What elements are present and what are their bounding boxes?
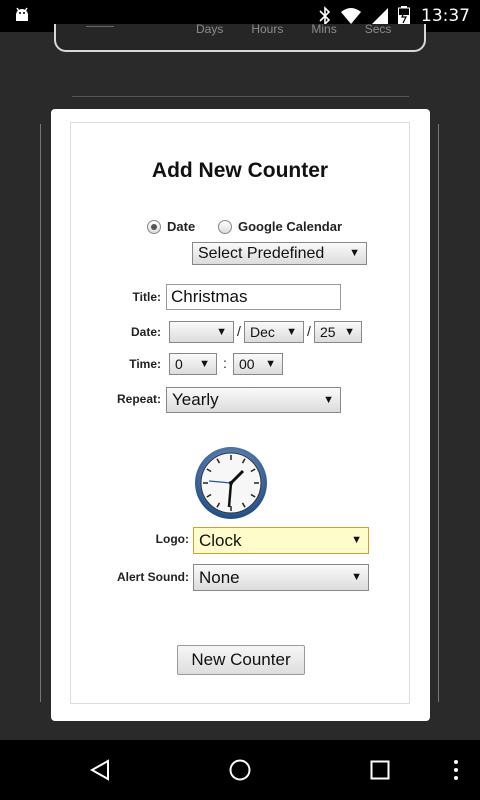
chevron-down-icon: ▼ bbox=[199, 358, 210, 370]
time-minute-select[interactable]: 00 ▼ bbox=[233, 353, 283, 375]
recents-icon[interactable] bbox=[368, 758, 392, 782]
radio-google-button[interactable] bbox=[218, 219, 232, 234]
more-options-icon[interactable] bbox=[444, 758, 468, 782]
date-month-select[interactable]: Dec ▼ bbox=[244, 321, 304, 343]
date-label: Date: bbox=[130, 325, 161, 339]
predefined-select[interactable]: Select Predefined ▼ bbox=[192, 242, 367, 265]
alert-sound-value: None bbox=[199, 568, 240, 587]
left-rule bbox=[40, 124, 41, 702]
date-year-select[interactable]: ▼ bbox=[169, 321, 234, 343]
time-hour-value: 0 bbox=[175, 356, 183, 372]
radio-date-label: Date bbox=[167, 219, 196, 234]
repeat-label: Repeat: bbox=[116, 392, 161, 406]
counter-unit-labels: Days Hours Mins Secs bbox=[196, 22, 391, 36]
chevron-down-icon: ▼ bbox=[265, 358, 276, 370]
divider bbox=[72, 96, 409, 97]
chevron-down-icon: ▼ bbox=[286, 326, 297, 338]
alert-sound-label: Alert Sound: bbox=[117, 570, 189, 584]
time-separator: : bbox=[223, 355, 227, 371]
android-icon bbox=[16, 7, 28, 21]
counter-card-peek[interactable]: Days Hours Mins Secs bbox=[54, 22, 426, 52]
clock-time: 13:37 bbox=[421, 6, 470, 26]
date-separator: / bbox=[237, 323, 241, 339]
logo-label: Logo: bbox=[155, 532, 189, 546]
date-separator: / bbox=[307, 323, 311, 339]
repeat-select[interactable]: Yearly ▼ bbox=[166, 387, 341, 413]
chevron-down-icon: ▼ bbox=[323, 394, 334, 406]
right-rule bbox=[438, 124, 439, 702]
dialog-title: Add New Counter bbox=[151, 159, 329, 182]
logo-select[interactable]: Clock ▼ bbox=[193, 527, 369, 554]
back-icon[interactable] bbox=[88, 758, 112, 782]
date-month-value: Dec bbox=[250, 324, 275, 340]
chevron-down-icon: ▼ bbox=[351, 571, 362, 583]
title-label: Title: bbox=[132, 290, 161, 304]
chevron-down-icon: ▼ bbox=[344, 326, 355, 338]
card-divider bbox=[86, 26, 114, 27]
chevron-down-icon: ▼ bbox=[216, 326, 227, 338]
alert-sound-select[interactable]: None ▼ bbox=[193, 564, 369, 591]
home-icon[interactable] bbox=[228, 758, 252, 782]
hours-label: Hours bbox=[251, 22, 284, 36]
radio-google-calendar[interactable]: Google Calendar bbox=[218, 219, 342, 234]
logo-value: Clock bbox=[199, 531, 242, 550]
title-input[interactable]: Christmas bbox=[166, 284, 341, 310]
predefined-select-value: Select Predefined bbox=[198, 245, 325, 262]
days-label: Days bbox=[196, 22, 224, 36]
secs-label: Secs bbox=[364, 22, 392, 36]
add-counter-form: Add New Counter Date Google Calendar Sel… bbox=[70, 122, 410, 704]
radio-date-button[interactable] bbox=[147, 219, 161, 234]
repeat-value: Yearly bbox=[172, 390, 219, 409]
date-day-value: 25 bbox=[320, 324, 336, 340]
navigation-bar bbox=[0, 740, 480, 800]
battery-icon bbox=[398, 6, 410, 26]
chevron-down-icon: ▼ bbox=[351, 534, 362, 546]
time-label: Time: bbox=[129, 357, 161, 371]
radio-google-label: Google Calendar bbox=[238, 219, 343, 234]
new-counter-button[interactable]: New Counter bbox=[177, 645, 305, 675]
mins-label: Mins bbox=[311, 22, 337, 36]
time-hour-select[interactable]: 0 ▼ bbox=[169, 353, 217, 375]
chevron-down-icon: ▼ bbox=[349, 247, 360, 259]
time-minute-value: 00 bbox=[239, 356, 255, 372]
radio-date[interactable]: Date bbox=[147, 219, 195, 234]
clock-logo-icon bbox=[195, 447, 267, 519]
date-day-select[interactable]: 25 ▼ bbox=[314, 321, 362, 343]
add-counter-dialog: Add New Counter Date Google Calendar Sel… bbox=[51, 109, 430, 721]
